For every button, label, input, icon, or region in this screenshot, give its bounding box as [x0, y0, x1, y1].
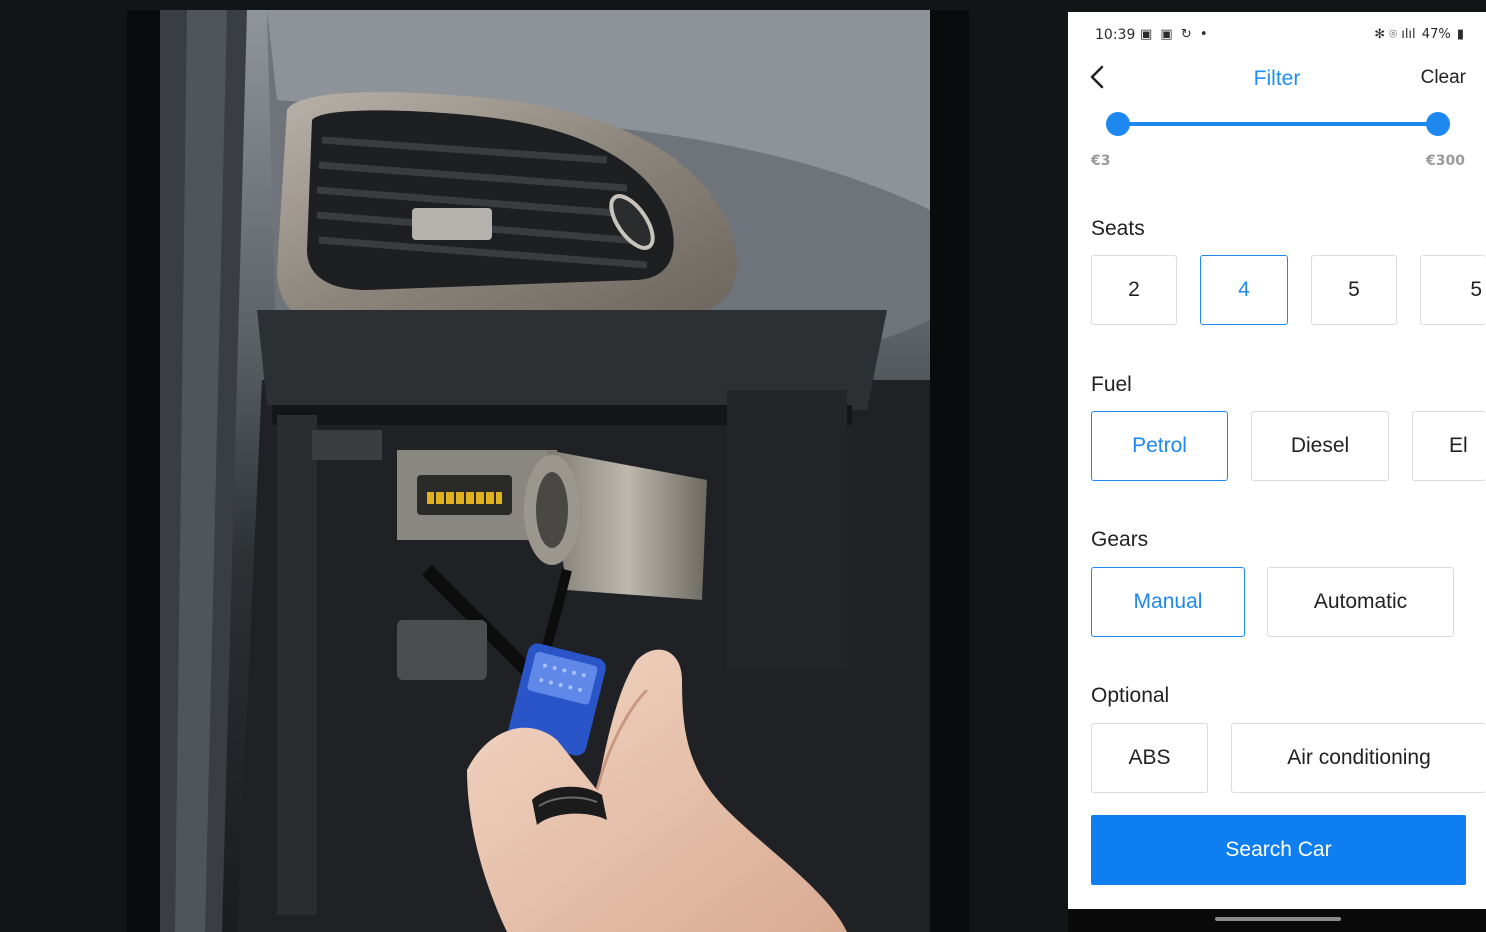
gears-option-automatic[interactable]: Automatic: [1267, 567, 1454, 637]
fuel-label: Fuel: [1091, 373, 1132, 396]
price-max-handle[interactable]: [1426, 112, 1450, 136]
signal-icons: ✻ ⌾ ılıl: [1374, 27, 1416, 42]
system-nav-bar: [1068, 909, 1486, 932]
optional-label: Optional: [1091, 684, 1170, 707]
price-min-handle[interactable]: [1106, 112, 1130, 136]
battery-level: 47%: [1421, 27, 1451, 42]
notification-icons: ▣ ▣ ↻ •: [1140, 27, 1210, 42]
phone-screen: 10:39 ▣ ▣ ↻ • ✻ ⌾ ılıl 47% ▮ Filter Clea…: [1068, 12, 1486, 932]
status-time: 10:39: [1095, 27, 1136, 43]
seats-option-5-plus[interactable]: 5: [1420, 255, 1486, 325]
price-min-label: €3: [1091, 153, 1111, 169]
seats-option-4[interactable]: 4: [1200, 255, 1288, 325]
fuel-option-diesel[interactable]: Diesel: [1251, 411, 1389, 481]
gears-label: Gears: [1091, 528, 1149, 551]
gears-option-manual[interactable]: Manual: [1091, 567, 1245, 637]
fuel-option-electric[interactable]: El: [1412, 411, 1486, 481]
clear-button[interactable]: Clear: [1421, 67, 1466, 89]
car-dashboard-obd-adapter-image: [127, 10, 969, 932]
optional-option-abs[interactable]: ABS: [1091, 723, 1208, 793]
price-max-label: €300: [1426, 153, 1465, 169]
seats-option-5[interactable]: 5: [1311, 255, 1397, 325]
seats-option-2[interactable]: 2: [1091, 255, 1177, 325]
battery-icon: ▮: [1456, 27, 1464, 42]
fuel-option-petrol[interactable]: Petrol: [1091, 411, 1228, 481]
status-right: ✻ ⌾ ılıl 47% ▮: [1372, 27, 1464, 42]
filter-header: Filter Clear: [1068, 56, 1486, 100]
search-car-button[interactable]: Search Car: [1091, 815, 1466, 885]
screen: 10:39 ▣ ▣ ↻ • ✻ ⌾ ılıl 47% ▮ Filter Clea…: [0, 0, 1486, 932]
home-gesture-handle[interactable]: [1215, 917, 1341, 921]
status-bar: 10:39 ▣ ▣ ↻ • ✻ ⌾ ılıl 47% ▮: [1068, 12, 1486, 56]
video-frame: [127, 10, 969, 932]
price-range-slider[interactable]: [1106, 112, 1450, 136]
seats-label: Seats: [1091, 217, 1145, 240]
optional-option-air-conditioning[interactable]: Air conditioning: [1231, 723, 1486, 793]
